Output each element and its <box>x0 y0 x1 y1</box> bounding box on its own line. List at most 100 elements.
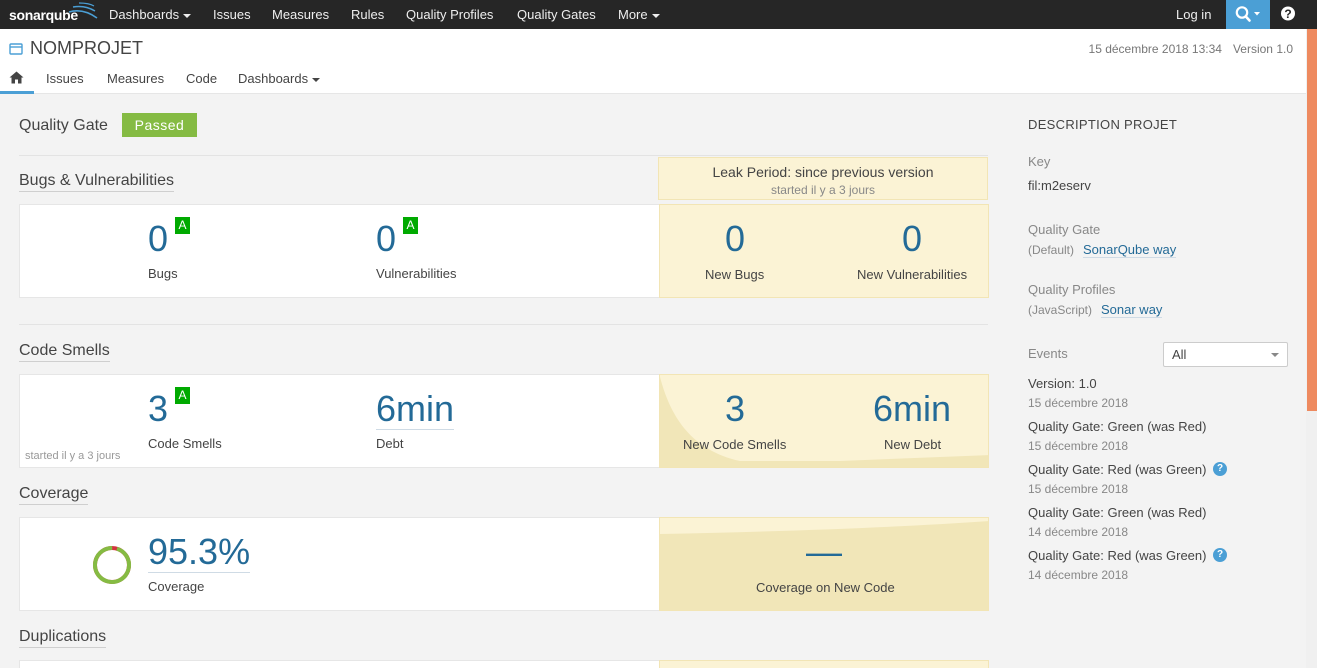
nav-quality-profiles[interactable]: Quality Profiles <box>406 7 493 22</box>
maintainability-rating-badge[interactable]: A <box>175 387 190 404</box>
bugs-label: Bugs <box>148 266 178 281</box>
leak-period-started: started il y a 3 jours <box>770 183 876 197</box>
key-label: Key <box>1028 154 1051 169</box>
code-smells-value[interactable]: 3 <box>148 389 168 429</box>
help-button[interactable]: ? <box>1273 0 1317 29</box>
nav-quality-gates[interactable]: Quality Gates <box>517 7 596 22</box>
vulnerabilities-label: Vulnerabilities <box>376 266 457 281</box>
tab-code[interactable]: Code <box>186 71 217 86</box>
help-icon[interactable]: ? <box>1213 548 1227 562</box>
tab-issues[interactable]: Issues <box>46 71 84 86</box>
event-date: 15 décembre 2018 <box>1028 482 1129 496</box>
home-icon[interactable] <box>9 71 24 84</box>
event-title: Quality Gate: Green (was Red) <box>1028 505 1207 520</box>
tab-dashboards[interactable]: Dashboards <box>238 71 321 86</box>
new-vulnerabilities-label: New Vulnerabilities <box>857 267 968 282</box>
section-title-bugs-vulnerabilities[interactable]: Bugs & Vulnerabilities <box>19 172 175 192</box>
new-bugs-value[interactable]: 0 <box>725 219 745 259</box>
events-filter-select[interactable]: All <box>1163 342 1288 367</box>
bugs-rating-badge[interactable]: A <box>175 217 190 234</box>
new-bugs-label: New Bugs <box>705 267 765 282</box>
project-header: NOMPROJET 15 décembre 2018 13:34 Version … <box>0 29 1306 94</box>
new-debt-label: New Debt <box>884 437 942 452</box>
event-title: Quality Gate: Red (was Green) <box>1028 548 1207 563</box>
debt-label: Debt <box>376 436 404 451</box>
search-button[interactable] <box>1226 0 1270 29</box>
event-date: 15 décembre 2018 <box>1028 439 1129 453</box>
quality-profiles-label: Quality Profiles <box>1028 282 1116 297</box>
help-icon[interactable]: ? <box>1213 462 1227 476</box>
vulnerabilities-value[interactable]: 0 <box>376 219 396 259</box>
coverage-donut-chart[interactable] <box>90 543 134 587</box>
quality-profile-language: (JavaScript) <box>1028 303 1093 317</box>
event-date: 15 décembre 2018 <box>1028 396 1129 410</box>
project-meta: 15 décembre 2018 13:34 Version 1.0 <box>1089 42 1293 56</box>
new-coverage-label: Coverage on New Code <box>756 580 895 595</box>
event-title: Version: 1.0 <box>1028 376 1097 391</box>
events-filter-value: All <box>1172 347 1187 362</box>
debt-value[interactable]: 6min <box>376 389 455 430</box>
section-title-duplications[interactable]: Duplications <box>19 628 107 648</box>
quality-gate-status-badge: Passed <box>122 113 197 137</box>
event-date: 14 décembre 2018 <box>1028 525 1129 539</box>
sidebar-heading: DESCRIPTION PROJET <box>1028 117 1178 132</box>
divider <box>19 155 988 156</box>
new-code-smells-value[interactable]: 3 <box>725 389 745 429</box>
quality-gate-sidebar-label: Quality Gate <box>1028 222 1101 237</box>
nav-rules[interactable]: Rules <box>351 7 384 22</box>
scrollbar-thumb[interactable] <box>1307 29 1317 411</box>
leak-period-header: Leak Period: since previous version star… <box>658 157 988 200</box>
section-title-coverage[interactable]: Coverage <box>19 485 89 505</box>
bugs-value[interactable]: 0 <box>148 219 168 259</box>
new-debt-value[interactable]: 6min <box>873 389 951 429</box>
bugs-leak-pane: 0 New Bugs 0 New Vulnerabilities <box>659 204 989 298</box>
sonarqube-logo[interactable]: sonarqube <box>9 2 98 26</box>
key-value: fil:m2eserv <box>1028 178 1091 193</box>
quality-profile-link[interactable]: Sonar way <box>1101 302 1163 318</box>
project-title: NOMPROJET <box>30 38 144 58</box>
nav-more[interactable]: More <box>618 7 660 22</box>
quality-gate-link[interactable]: SonarQube way <box>1083 242 1177 258</box>
chevron-down-icon <box>651 13 660 18</box>
analysis-date: 15 décembre 2018 13:34 <box>1088 42 1222 56</box>
logo-waves-icon <box>68 2 98 19</box>
vulnerabilities-rating-badge[interactable]: A <box>403 217 418 234</box>
event-date: 14 décembre 2018 <box>1028 568 1129 582</box>
chevron-down-icon <box>1271 353 1279 357</box>
new-coverage-value: — <box>806 531 842 572</box>
login-link[interactable]: Log in <box>1176 7 1211 22</box>
event-title: Quality Gate: Red (was Green) <box>1028 462 1207 477</box>
chevron-down-icon <box>312 77 321 82</box>
coverage-label: Coverage <box>148 579 205 594</box>
top-navbar: sonarqube Dashboards Issues Measures Rul… <box>0 0 1317 29</box>
section-title-code-smells[interactable]: Code Smells <box>19 342 110 362</box>
code-smells-label: Code Smells <box>148 436 222 451</box>
history-started-text: started il y a 3 jours <box>25 450 121 462</box>
help-glyph: ? <box>1284 7 1291 21</box>
duplications-panel <box>19 660 989 668</box>
coverage-value[interactable]: 95.3% <box>148 532 251 573</box>
nav-measures[interactable]: Measures <box>272 7 329 22</box>
nav-issues[interactable]: Issues <box>213 7 251 22</box>
coverage-panel: 95.3% Coverage — Coverage on New Code <box>19 517 989 611</box>
code-smells-panel: started il y a 3 jours 3 A Code Smells 6… <box>19 374 989 468</box>
project-icon <box>9 43 23 55</box>
events-label: Events <box>1028 346 1068 361</box>
event-title: Quality Gate: Green (was Red) <box>1028 419 1207 434</box>
divider <box>19 324 988 325</box>
help-icon: ? <box>1281 6 1295 21</box>
new-code-smells-label: New Code Smells <box>683 437 787 452</box>
new-vulnerabilities-value[interactable]: 0 <box>902 219 922 259</box>
chevron-down-icon <box>183 13 192 18</box>
nav-dashboards[interactable]: Dashboards <box>109 7 192 22</box>
quality-gate-label: Quality Gate <box>19 117 108 134</box>
code-smells-leak-pane: 3 New Code Smells 6min New Debt <box>659 374 989 468</box>
active-tab-indicator <box>0 91 34 94</box>
quality-gate-default-tag: (Default) <box>1028 243 1075 257</box>
search-icon <box>1235 6 1260 22</box>
bugs-vulnerabilities-panel: 0 A Bugs 0 A Vulnerabilities 0 New Bugs … <box>19 204 989 298</box>
coverage-leak-pane: — Coverage on New Code <box>659 517 989 611</box>
leak-period-title: Leak Period: since previous version <box>712 164 934 180</box>
tab-measures[interactable]: Measures <box>107 71 164 86</box>
duplications-leak-pane <box>659 660 989 668</box>
